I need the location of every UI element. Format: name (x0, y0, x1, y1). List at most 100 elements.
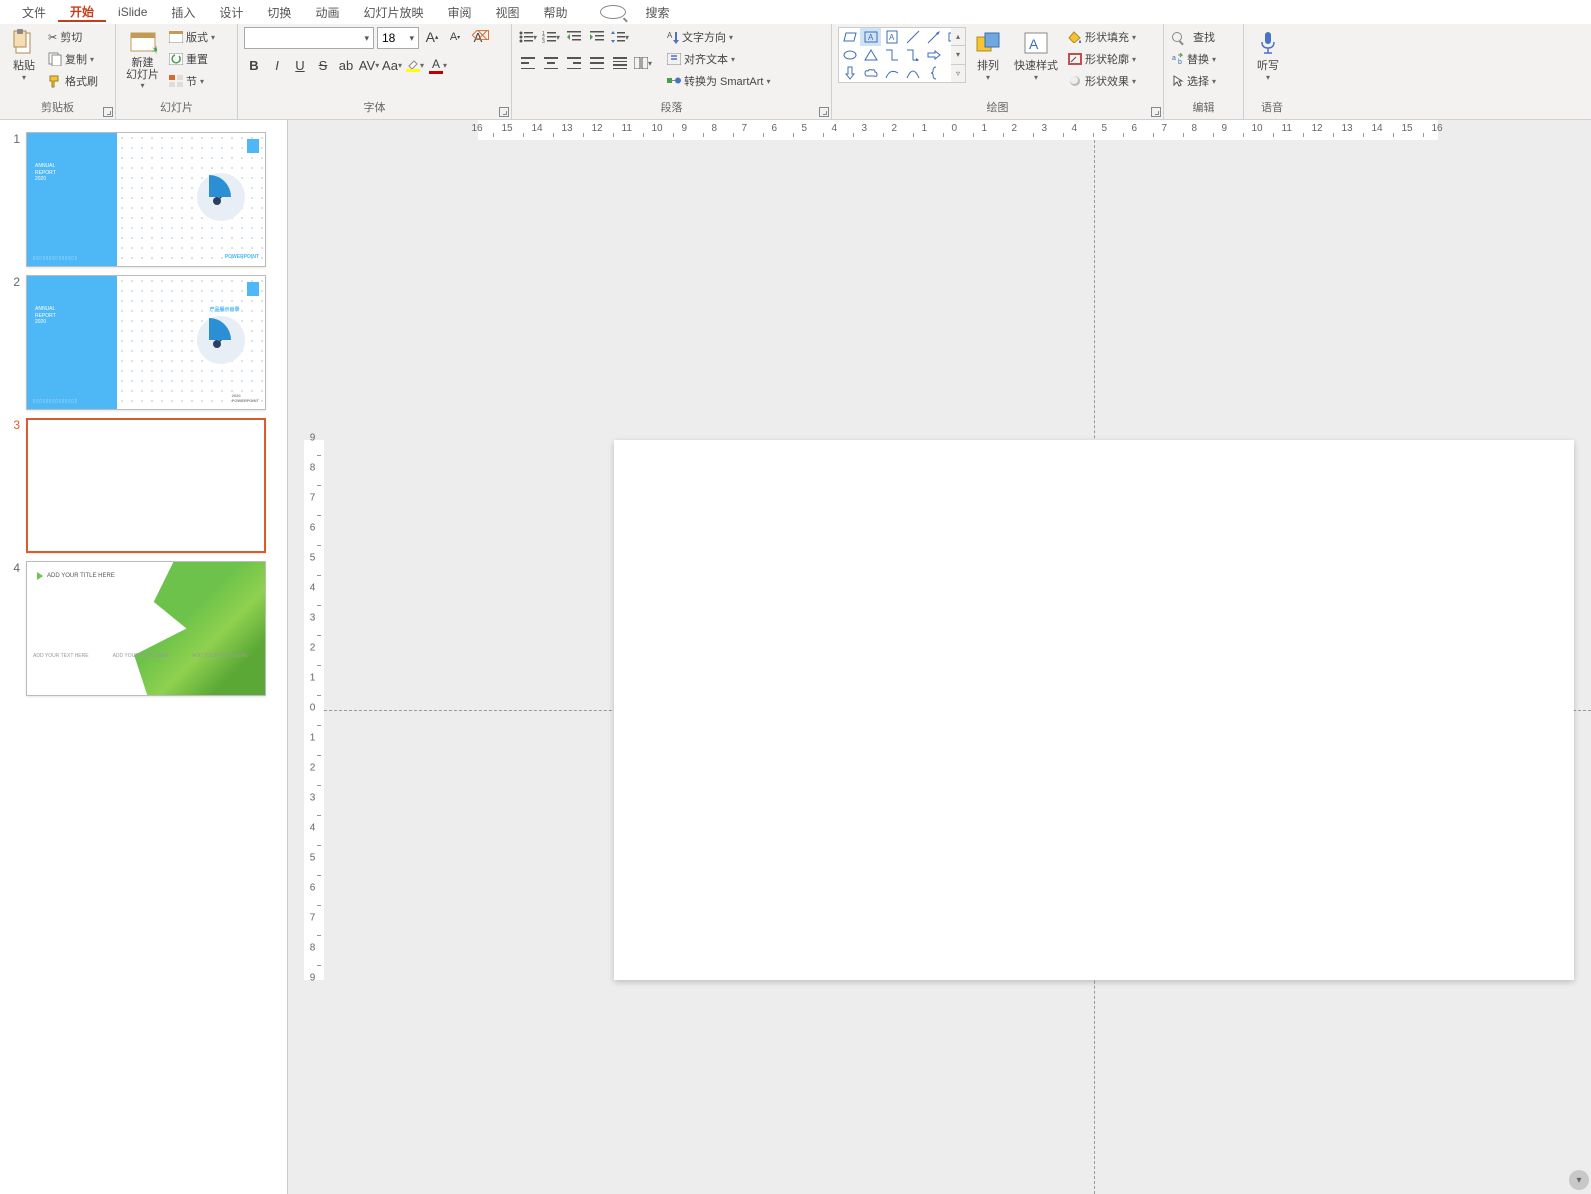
menu-home[interactable]: 开始 (58, 3, 106, 22)
slide-thumb-2[interactable]: 2 ANNUAL REPORT 2020 ▯▯▯▯▯▯▯▯▯▯▯▯▯▯ 产品展示… (0, 271, 287, 414)
menu-islide[interactable]: iSlide (106, 5, 159, 19)
slide-panel[interactable]: 1 ANNUAL REPORT 2020 ▯▯▯▯▯▯▯▯▯▯▯▯▯▯ POWE… (0, 120, 288, 1194)
thumb-number: 4 (8, 561, 20, 696)
underline-button[interactable]: U (290, 55, 310, 75)
clipboard-launcher[interactable] (103, 107, 113, 117)
shape-outline-button[interactable]: 形状轮廓 ▾ (1066, 49, 1138, 69)
scroll-down-button[interactable]: ▾ (1569, 1170, 1589, 1190)
shape-elbow-arrow-icon[interactable] (902, 46, 923, 64)
drawing-launcher[interactable] (1151, 107, 1161, 117)
align-distribute-button[interactable] (610, 53, 630, 73)
find-button[interactable]: 查找 (1170, 27, 1217, 47)
font-size-input[interactable]: 18 ▾ (377, 27, 419, 49)
menu-transition[interactable]: 切换 (255, 4, 303, 21)
arrange-button[interactable]: 排列 ▾ (970, 27, 1006, 84)
canvas-area[interactable] (324, 140, 1591, 1194)
thumb-canvas[interactable]: ADD YOUR TITLE HERE ADD YOUR TEXT HERE A… (26, 561, 266, 696)
bullets-button[interactable]: ▾ (518, 27, 538, 47)
slide-canvas[interactable] (614, 440, 1574, 980)
menu-review[interactable]: 审阅 (435, 4, 483, 21)
ruler-tick: 6 (310, 882, 316, 893)
menu-insert[interactable]: 插入 (159, 4, 207, 21)
section-button[interactable]: 节 ▾ (167, 71, 217, 91)
layout-button[interactable]: 版式 ▾ (167, 27, 217, 47)
shadow-button[interactable]: ab (336, 55, 356, 75)
ruler-tick: 7 (310, 492, 316, 503)
shape-triangle-icon[interactable] (860, 46, 881, 64)
reset-button[interactable]: 重置 (167, 49, 217, 69)
new-slide-button[interactable]: ✶ 新建 幻灯片 ▾ (122, 27, 163, 92)
thumb-canvas[interactable]: ANNUAL REPORT 2020 ▯▯▯▯▯▯▯▯▯▯▯▯▯▯ POWERP… (26, 132, 266, 267)
replace-button[interactable]: ab 替换 ▾ (1170, 49, 1218, 69)
dictate-button[interactable]: 听写 ▾ (1250, 27, 1286, 84)
align-right-button[interactable] (564, 53, 584, 73)
paragraph-launcher[interactable] (819, 107, 829, 117)
align-justify-button[interactable] (587, 53, 607, 73)
shape-gallery[interactable]: A A ▴ ▾ ▿ (838, 27, 966, 83)
slide-thumb-1[interactable]: 1 ANNUAL REPORT 2020 ▯▯▯▯▯▯▯▯▯▯▯▯▯▯ POWE… (0, 128, 287, 271)
shape-arrow-line-icon[interactable] (923, 28, 944, 46)
shape-gallery-scroll[interactable]: ▴ ▾ ▿ (951, 28, 965, 82)
font-launcher[interactable] (499, 107, 509, 117)
shape-arc-icon[interactable] (902, 64, 923, 82)
numbering-button[interactable]: 123 ▾ (541, 27, 561, 47)
menu-slideshow[interactable]: 幻灯片放映 (351, 4, 435, 21)
paste-button[interactable]: 粘贴 ▾ (6, 27, 42, 84)
shrink-font-button[interactable]: A▾ (445, 27, 465, 47)
thumb-canvas[interactable] (26, 418, 266, 553)
shape-right-arrow-icon[interactable] (923, 46, 944, 64)
font-name-input[interactable]: ▾ (244, 27, 374, 49)
shape-elbow-connector-icon[interactable] (881, 46, 902, 64)
scroll-more-icon[interactable]: ▿ (951, 64, 965, 82)
shape-oval-icon[interactable] (839, 46, 860, 64)
shape-parallelogram-icon[interactable] (839, 28, 860, 46)
shape-line-icon[interactable] (902, 28, 923, 46)
line-spacing-button[interactable]: ▾ (610, 27, 630, 47)
align-center-button[interactable] (541, 53, 561, 73)
shape-fill-button[interactable]: 形状填充 ▾ (1066, 27, 1138, 47)
thumb-badge (247, 282, 259, 296)
ruler-horizontal[interactable]: 1615141312111098765432101234567891011121… (478, 120, 1438, 140)
increase-indent-button[interactable] (587, 27, 607, 47)
italic-button[interactable]: I (267, 55, 287, 75)
align-text-button[interactable]: 对齐文本 ▾ (665, 49, 772, 69)
bold-button[interactable]: B (244, 55, 264, 75)
shape-left-brace-icon[interactable] (923, 64, 944, 82)
copy-button[interactable]: 复制 ▾ (46, 49, 100, 69)
ruler-vertical[interactable]: 9876543210123456789 (304, 440, 324, 980)
shape-textbox-icon[interactable]: A (860, 28, 881, 46)
menu-animation[interactable]: 动画 (303, 4, 351, 21)
decrease-indent-button[interactable] (564, 27, 584, 47)
change-case-button[interactable]: Aa▾ (382, 55, 402, 75)
char-spacing-button[interactable]: AV▾ (359, 55, 379, 75)
menu-view[interactable]: 视图 (483, 4, 531, 21)
shape-effect-button[interactable]: 形状效果 ▾ (1066, 71, 1138, 91)
strike-button[interactable]: S (313, 55, 333, 75)
shape-vertical-textbox-icon[interactable]: A (881, 28, 902, 46)
search-area[interactable]: 搜索 (600, 4, 682, 21)
quick-style-button[interactable]: A 快速样式 ▾ (1010, 27, 1062, 84)
smartart-button[interactable]: 转换为 SmartArt ▾ (665, 71, 772, 91)
align-left-button[interactable] (518, 53, 538, 73)
scroll-up-icon[interactable]: ▴ (951, 28, 965, 45)
font-color-button[interactable]: A ▾ (428, 55, 448, 75)
shape-curve-icon[interactable] (881, 64, 902, 82)
clear-format-button[interactable]: A⌫ (468, 27, 488, 47)
shape-down-arrow-icon[interactable] (839, 64, 860, 82)
select-button[interactable]: 选择 ▾ (1170, 71, 1218, 91)
text-direction-button[interactable]: A 文字方向 ▾ (665, 27, 772, 47)
menu-file[interactable]: 文件 (10, 4, 58, 21)
menu-help[interactable]: 帮助 (532, 4, 580, 21)
shape-cloud-icon[interactable] (860, 64, 881, 82)
grow-font-button[interactable]: A▴ (422, 27, 442, 47)
columns-button[interactable]: ▾ (633, 53, 653, 73)
cut-button[interactable]: ✂ 剪切 (46, 27, 100, 47)
format-painter-button[interactable]: 格式刷 (46, 71, 100, 91)
highlight-button[interactable]: ▾ (405, 55, 425, 75)
thumb-canvas[interactable]: ANNUAL REPORT 2020 ▯▯▯▯▯▯▯▯▯▯▯▯▯▯ 产品展示目录… (26, 275, 266, 410)
slide-thumb-4[interactable]: 4 ADD YOUR TITLE HERE ADD YOUR TEXT HERE… (0, 557, 287, 700)
menu-design[interactable]: 设计 (207, 4, 255, 21)
ruler-tick: 6 (772, 123, 778, 134)
slide-thumb-3[interactable]: 3 (0, 414, 287, 557)
scroll-down-icon[interactable]: ▾ (951, 45, 965, 63)
